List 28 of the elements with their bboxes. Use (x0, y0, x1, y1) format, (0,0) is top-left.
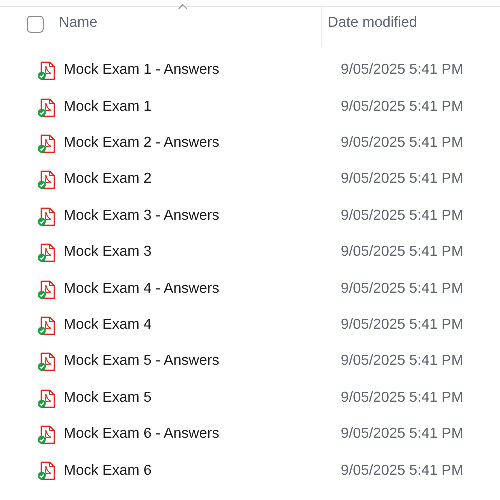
date-modified: 9/05/2025 5:41 PM (341, 352, 464, 372)
column-header[interactable]: Name (59, 13, 321, 35)
column-header[interactable]: Date modified (328, 13, 418, 35)
date-modified: 9/05/2025 5:41 PM (341, 425, 464, 444)
file-name[interactable]: Mock Exam 6 - Answers (64, 424, 341, 446)
file-name[interactable]: Mock Exam 5 (64, 388, 341, 410)
date-modified: 9/05/2025 5:41 PM (341, 98, 464, 117)
file-name[interactable]: Mock Exam 2 (64, 169, 341, 192)
date-modified: 9/05/2025 5:41 PM (341, 206, 464, 226)
date-modified: 9/05/2025 5:41 PM (341, 462, 464, 481)
file-name[interactable]: Mock Exam 4 (64, 315, 341, 337)
file-name[interactable]: Mock Exam 1 - Answers (64, 60, 341, 82)
date-modified: 9/05/2025 5:41 PM (341, 388, 464, 408)
file-name[interactable]: Mock Exam 6 (64, 460, 341, 482)
file-name[interactable]: Mock Exam 1 (64, 96, 341, 118)
select-all-checkbox[interactable] (27, 16, 44, 32)
file-name[interactable]: Mock Exam 3 (64, 242, 341, 264)
date-modified: 9/05/2025 5:41 PM (341, 316, 464, 336)
date-modified: 9/05/2025 5:41 PM (341, 134, 464, 154)
file-name[interactable]: Mock Exam 4 - Answers (64, 278, 341, 300)
file-name[interactable]: Mock Exam 3 - Answers (64, 206, 341, 228)
date-modified: 9/05/2025 5:41 PM (341, 170, 464, 190)
file-name[interactable]: Mock Exam 5 - Answers (64, 351, 341, 374)
sort-caret-icon (178, 4, 188, 10)
date-modified: 9/05/2025 5:41 PM (341, 61, 464, 80)
date-modified: 9/05/2025 5:41 PM (341, 243, 464, 262)
date-modified: 9/05/2025 5:41 PM (341, 280, 464, 299)
file-name[interactable]: Mock Exam 2 - Answers (64, 133, 341, 155)
